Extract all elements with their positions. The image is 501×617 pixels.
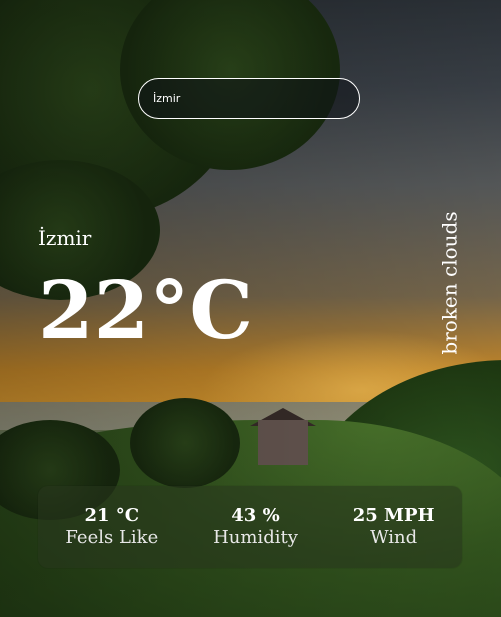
city-name: İzmir	[38, 226, 92, 250]
weather-description-text: broken clouds	[438, 210, 462, 355]
city-search-input[interactable]	[138, 78, 360, 119]
weather-stats-panel: 21 °C Feels Like 43 % Humidity 25 MPH Wi…	[38, 486, 462, 568]
temperature: 22°C	[38, 263, 253, 357]
feels-like-label: Feels Like	[65, 527, 159, 549]
wind-stat: 25 MPH Wind	[353, 505, 435, 550]
humidity-stat: 43 % Humidity	[213, 505, 298, 550]
weather-app: İzmir 22°C broken clouds 21 °C Feels Lik…	[0, 0, 501, 617]
weather-description: broken clouds	[430, 205, 470, 360]
wind-label: Wind	[370, 527, 418, 549]
wind-value: 25 MPH	[352, 504, 435, 526]
humidity-label: Humidity	[213, 527, 298, 549]
humidity-value: 43 %	[231, 504, 280, 526]
feels-like-stat: 21 °C Feels Like	[65, 505, 158, 550]
feels-like-value: 21 °C	[84, 504, 140, 526]
